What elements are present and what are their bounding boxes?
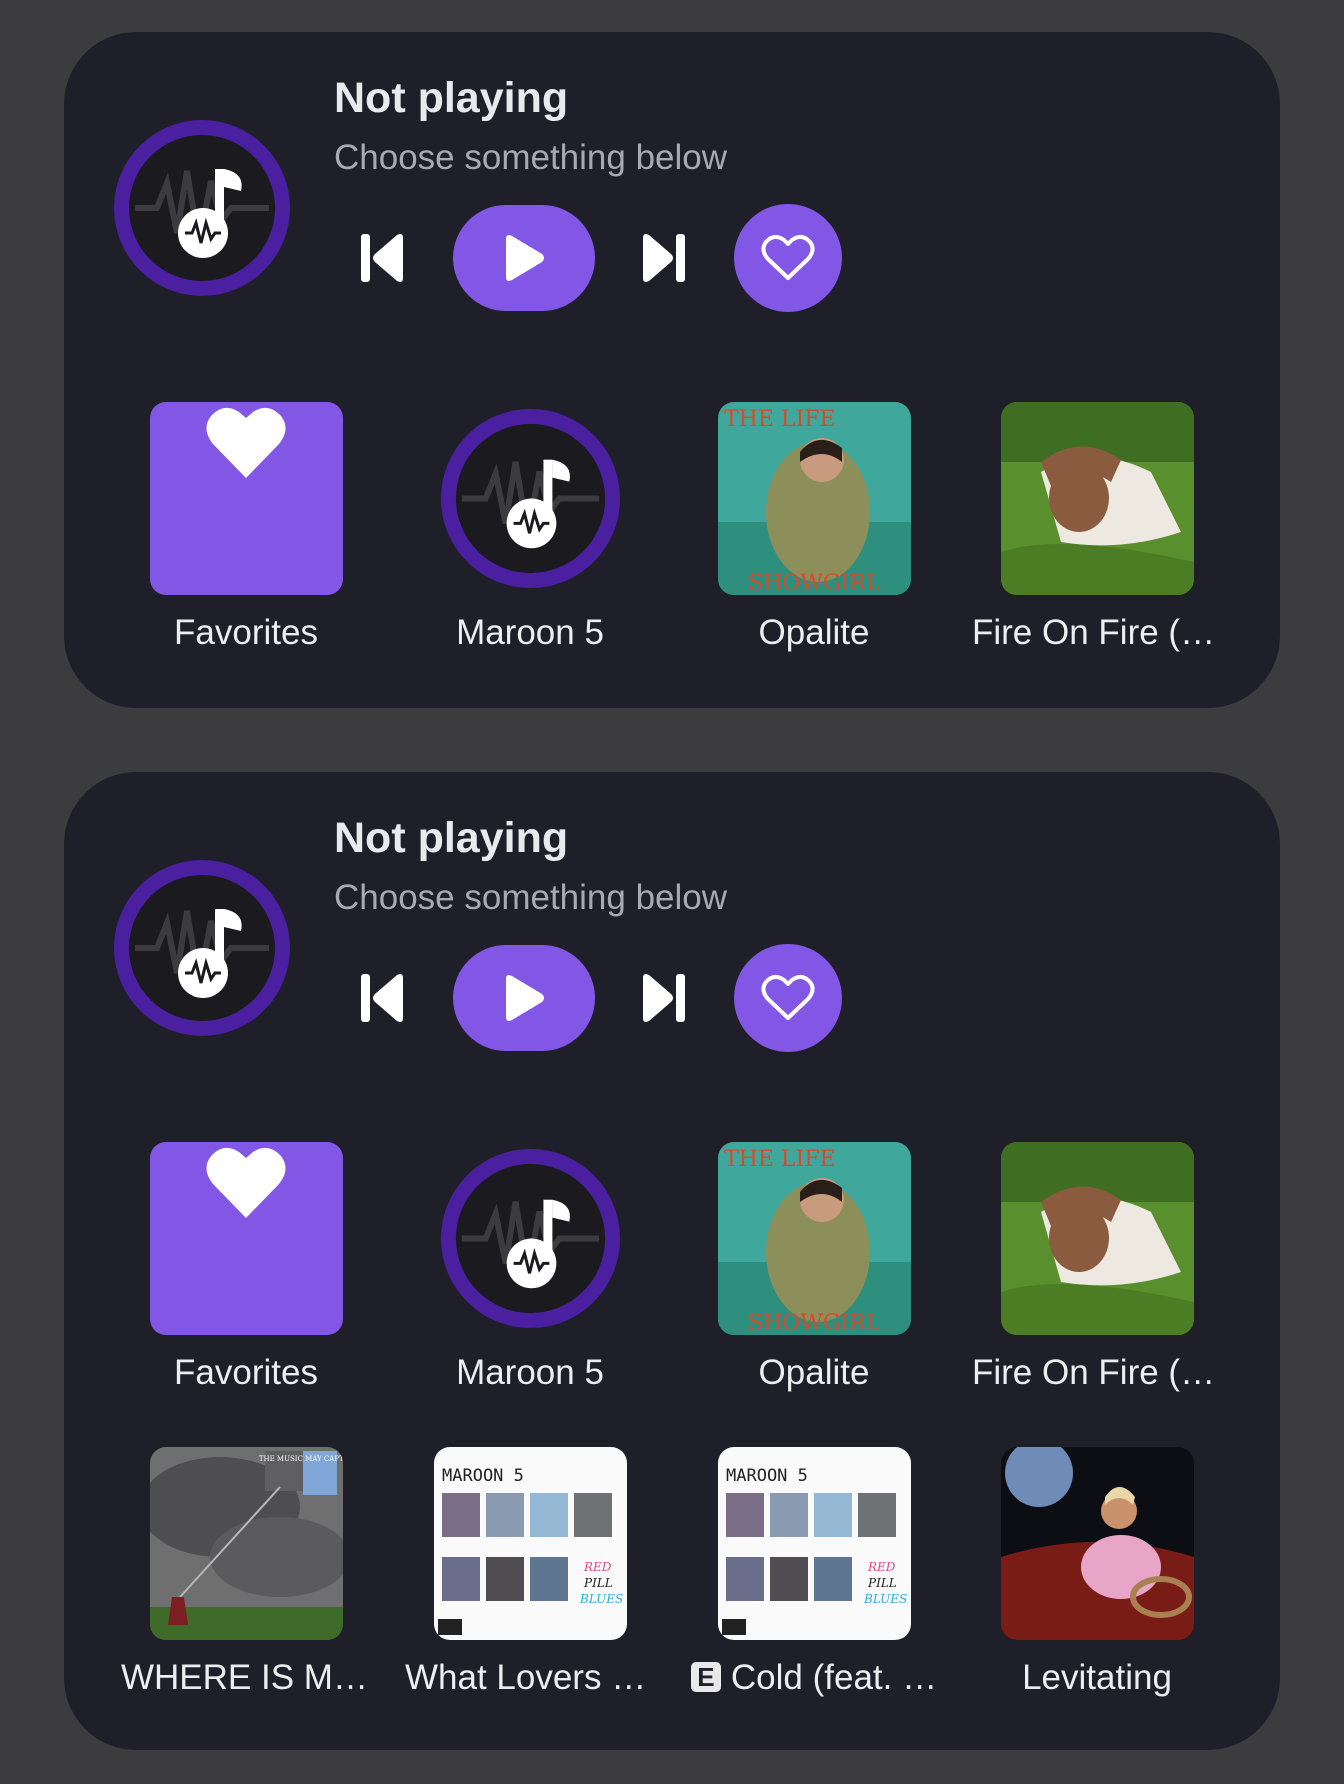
- favorite-button[interactable]: [734, 944, 842, 1052]
- heart-outline-icon: [761, 235, 815, 280]
- tile-label: Levitating: [1022, 1658, 1172, 1697]
- favorite-button[interactable]: [734, 204, 842, 312]
- play-button[interactable]: [453, 945, 595, 1051]
- album-art-moon: [1000, 1447, 1194, 1640]
- svg-text:PILL: PILL: [867, 1576, 897, 1590]
- svg-text:RED: RED: [867, 1560, 896, 1574]
- now-playing-title: Not playing: [334, 74, 569, 122]
- tile-label: E Cold (feat. …: [689, 1658, 939, 1698]
- tile-label: Opalite: [758, 1353, 870, 1392]
- skip-next-icon: [643, 974, 685, 1022]
- shortcut-favorites[interactable]: Favorites: [126, 1142, 366, 1393]
- tile-label: What Lovers D…: [405, 1658, 655, 1697]
- skip-next-icon: [643, 234, 685, 282]
- shortcut-opalite[interactable]: THE LIFE SHOWGIRL Opalite: [694, 402, 934, 653]
- play-icon: [506, 235, 544, 281]
- app-logo-icon: [440, 1148, 620, 1329]
- album-art-grass: [1000, 1142, 1194, 1335]
- shortcut-maroon-5[interactable]: Maroon 5: [410, 402, 650, 653]
- previous-button[interactable]: [351, 948, 415, 1048]
- heart-icon: [206, 407, 286, 478]
- skip-previous-icon: [361, 234, 403, 282]
- shortcut-opalite[interactable]: THE LIFE SHOWGIRL Opalite: [694, 1142, 934, 1393]
- tile-label-text: Cold (feat. …: [730, 1658, 938, 1697]
- shortcut-cold[interactable]: MAROON 5 RED PILL BLUES E Cold (feat. …: [690, 1447, 937, 1698]
- app-logo-icon[interactable]: [105, 851, 299, 1045]
- now-playing-subtitle: Choose something below: [334, 138, 728, 177]
- music-widget-compact: Not playing Choose something below Favor…: [64, 32, 1280, 708]
- svg-text:SHOWGIRL: SHOWGIRL: [748, 1311, 881, 1335]
- tile-label: WHERE IS MY…: [121, 1658, 371, 1697]
- music-widget-expanded: Not playing Choose something below Favor…: [64, 772, 1280, 1750]
- shortcut-what-lovers-do[interactable]: MAROON 5 RED PILL BLUES What Lovers D…: [405, 1447, 655, 1698]
- favorites-art: [149, 1142, 343, 1335]
- tile-label: Opalite: [758, 613, 870, 652]
- tile-label: Fire On Fire (B…: [972, 613, 1222, 652]
- shortcut-where-is-my[interactable]: THE MUSIC MAY CAPTAIN HOPE WHERE IS MY…: [121, 1447, 371, 1698]
- next-button[interactable]: [631, 948, 695, 1048]
- album-art-grid: MAROON 5 RED PILL BLUES: [717, 1447, 911, 1640]
- play-icon: [506, 975, 544, 1021]
- favorites-art: [149, 402, 343, 595]
- album-art-teal: THE LIFE SHOWGIRL: [717, 1142, 911, 1335]
- explicit-badge: E: [690, 1662, 721, 1692]
- tile-label: Maroon 5: [456, 613, 604, 652]
- app-logo-icon: [440, 408, 620, 589]
- app-logo-icon[interactable]: [105, 111, 299, 305]
- play-button[interactable]: [453, 205, 595, 311]
- svg-text:PILL: PILL: [583, 1576, 613, 1590]
- svg-text:MAROON 5: MAROON 5: [726, 1466, 808, 1486]
- tile-label: Favorites: [174, 1353, 318, 1392]
- shortcut-fire-on-fire[interactable]: Fire On Fire (B…: [972, 402, 1222, 653]
- album-art-teal: THE LIFE SHOWGIRL: [717, 402, 911, 595]
- skip-previous-icon: [361, 974, 403, 1022]
- next-button[interactable]: [631, 208, 695, 308]
- previous-button[interactable]: [351, 208, 415, 308]
- svg-text:THE MUSIC MAY CAPTAIN HOPE: THE MUSIC MAY CAPTAIN HOPE: [258, 1455, 342, 1463]
- album-art-grass: [1000, 402, 1194, 595]
- shortcut-favorites[interactable]: Favorites: [126, 402, 366, 653]
- shortcut-levitating[interactable]: Levitating: [977, 1447, 1217, 1698]
- tile-label: Favorites: [174, 613, 318, 652]
- svg-text:BLUES: BLUES: [863, 1592, 907, 1606]
- shortcut-maroon-5[interactable]: Maroon 5: [410, 1142, 650, 1393]
- svg-text:RED: RED: [583, 1560, 612, 1574]
- svg-text:MAROON 5: MAROON 5: [442, 1466, 524, 1486]
- svg-text:SHOWGIRL: SHOWGIRL: [748, 571, 881, 595]
- tile-label: Maroon 5: [456, 1353, 604, 1392]
- album-art-storm: THE MUSIC MAY CAPTAIN HOPE: [149, 1447, 343, 1640]
- heart-outline-icon: [761, 975, 815, 1020]
- svg-text:THE LIFE: THE LIFE: [724, 407, 836, 432]
- svg-text:THE LIFE: THE LIFE: [724, 1147, 836, 1172]
- now-playing-title: Not playing: [334, 814, 569, 862]
- tile-label: Fire On Fire (B…: [972, 1353, 1222, 1392]
- shortcut-fire-on-fire[interactable]: Fire On Fire (B…: [972, 1142, 1222, 1393]
- now-playing-subtitle: Choose something below: [334, 878, 728, 917]
- heart-icon: [206, 1147, 286, 1218]
- album-art-grid: MAROON 5 RED PILL BLUES: [433, 1447, 627, 1640]
- svg-text:BLUES: BLUES: [579, 1592, 623, 1606]
